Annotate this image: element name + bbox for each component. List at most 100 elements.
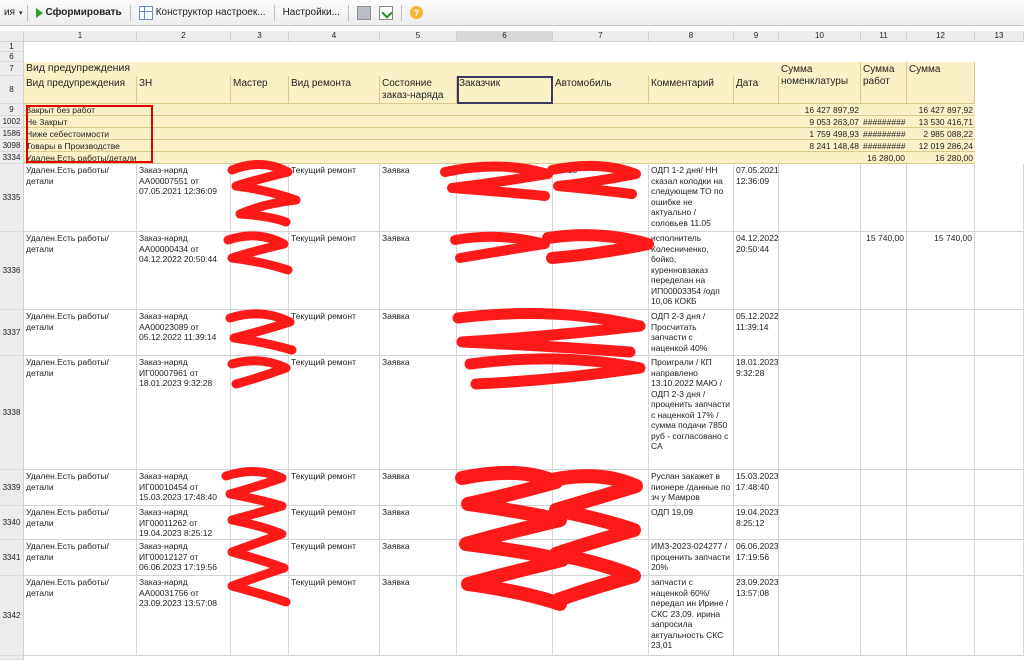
cell-c8[interactable]: исполнитель Колесниченко, бойко, куренно…	[649, 232, 734, 310]
cell-c2[interactable]: Заказ-наряд ИГ00011262 от 19.04.2023 8:2…	[137, 506, 231, 540]
menu-fragment[interactable]: ия	[0, 2, 19, 24]
column-title-c3[interactable]: Мастер	[231, 76, 289, 104]
cell-c7[interactable]	[553, 310, 649, 356]
cell-c13[interactable]	[975, 164, 1024, 232]
row-header[interactable]: 3335	[0, 164, 24, 232]
row-header[interactable]: 3341	[0, 540, 24, 576]
cell-c1[interactable]: Удален.Есть работы/детали	[24, 232, 137, 310]
cell-c2[interactable]: Заказ-наряд ИГ00007961 от 18.01.2023 9:3…	[137, 356, 231, 470]
cell-c13[interactable]	[975, 540, 1024, 576]
save-variant-button[interactable]	[353, 2, 375, 24]
cell-c12[interactable]	[907, 164, 975, 232]
cell-c4[interactable]: Текущий ремонт	[289, 310, 380, 356]
cell-c6[interactable]	[457, 470, 553, 506]
column-header[interactable]: 13	[975, 31, 1024, 42]
cell-c10[interactable]	[779, 164, 861, 232]
cell-c11[interactable]	[861, 356, 907, 470]
row-header[interactable]: 8	[0, 76, 24, 104]
cell-c7[interactable]	[553, 540, 649, 576]
cell-c3[interactable]	[231, 232, 289, 310]
settings-button[interactable]: Настройки...	[279, 2, 344, 24]
cell-c12[interactable]: 15 740,00	[907, 232, 975, 310]
cell-c6[interactable]	[457, 310, 553, 356]
column-header[interactable]: 3	[231, 31, 289, 42]
column-header[interactable]: 11	[861, 31, 907, 42]
cell-c9[interactable]: 06.06.2023 17:19:56	[734, 540, 779, 576]
row-header[interactable]: 1	[0, 42, 24, 52]
cell-c3[interactable]	[231, 164, 289, 232]
cell-c4[interactable]: Текущий ремонт	[289, 540, 380, 576]
cell-c3[interactable]	[231, 470, 289, 506]
cell-c6[interactable]	[457, 356, 553, 470]
cell-c10[interactable]	[779, 576, 861, 656]
cell-c11[interactable]	[861, 540, 907, 576]
column-title-c11[interactable]: Сумма работ	[861, 62, 907, 104]
cell-c11[interactable]: 15 740,00	[861, 232, 907, 310]
cell-c9[interactable]: 18.01.2023 9:32:28	[734, 356, 779, 470]
row-header[interactable]: 3340	[0, 506, 24, 540]
help-button[interactable]: ?	[406, 2, 427, 24]
cell-c8[interactable]: ИМЗ-2023-024277 / проценить запчасти 20%	[649, 540, 734, 576]
row-header[interactable]: 6	[0, 52, 24, 62]
column-title-c7[interactable]: Автомобиль	[553, 76, 649, 104]
cell-c1[interactable]: Удален.Есть работы/детали	[24, 540, 137, 576]
cell-c8[interactable]: Проиграли / КП направлено 13.10.2022 МАЮ…	[649, 356, 734, 470]
cell-c11[interactable]	[861, 576, 907, 656]
cell-c5[interactable]: Заявка	[380, 506, 457, 540]
cell-c7[interactable]: Х 415	[553, 164, 649, 232]
cell-c9[interactable]: 19.04.2023 8:25:12	[734, 506, 779, 540]
cell-c1[interactable]: Удален.Есть работы/детали	[24, 470, 137, 506]
cell-c7[interactable]	[553, 576, 649, 656]
cell-c6[interactable]	[457, 164, 553, 232]
row-header[interactable]	[0, 656, 24, 660]
cell-c7[interactable]	[553, 356, 649, 470]
cell-c8[interactable]: запчасти с наценкой 60%/ передал ин Ирин…	[649, 576, 734, 656]
row-header[interactable]: 3337	[0, 310, 24, 356]
cell-c1[interactable]: Удален.Есть работы/детали	[24, 310, 137, 356]
cell-c13[interactable]	[975, 232, 1024, 310]
row-header[interactable]: 3338	[0, 356, 24, 470]
cell-c1[interactable]: Удален.Есть работы/детали	[24, 164, 137, 232]
cell-c1[interactable]: Удален.Есть работы/детали	[24, 506, 137, 540]
cell-c11[interactable]	[861, 470, 907, 506]
cell-c6[interactable]	[457, 232, 553, 310]
download-button[interactable]	[375, 2, 397, 24]
cell-c7[interactable]	[553, 470, 649, 506]
cell-c3[interactable]	[231, 540, 289, 576]
cell-c12[interactable]	[907, 540, 975, 576]
cell-c10[interactable]	[779, 470, 861, 506]
cell-c8[interactable]: ОДП 19,09	[649, 506, 734, 540]
cell-c10[interactable]	[779, 506, 861, 540]
column-header[interactable]: 9	[734, 31, 779, 42]
cell-c12[interactable]	[907, 506, 975, 540]
column-title-c2[interactable]: ЗН	[137, 76, 231, 104]
cell-c2[interactable]: Заказ-наряд АА00031756 от 23.09.2023 13:…	[137, 576, 231, 656]
cell-c4[interactable]: Текущий ремонт	[289, 470, 380, 506]
cell-c2[interactable]: Заказ-наряд АА00023089 от 05.12.2022 11:…	[137, 310, 231, 356]
cell-c5[interactable]: Заявка	[380, 356, 457, 470]
cell-c3[interactable]	[231, 356, 289, 470]
cell-c5[interactable]: Заявка	[380, 164, 457, 232]
row-header[interactable]: 3342	[0, 576, 24, 656]
cell-c1[interactable]: Удален.Есть работы/детали	[24, 576, 137, 656]
cell-c2[interactable]: Заказ-наряд АА00000434 от 04.12.2022 20:…	[137, 232, 231, 310]
column-header[interactable]: 1	[24, 31, 137, 42]
row-header[interactable]: 3098	[0, 140, 24, 152]
row-header[interactable]: 3334	[0, 152, 24, 164]
cell-c11[interactable]	[861, 310, 907, 356]
column-header[interactable]: 5	[380, 31, 457, 42]
cell-c5[interactable]: Заявка	[380, 310, 457, 356]
column-title-c6[interactable]: Заказчик	[457, 76, 553, 104]
cell-c7[interactable]	[553, 506, 649, 540]
cell-c6[interactable]	[457, 506, 553, 540]
column-header[interactable]: 4	[289, 31, 380, 42]
cell-c1[interactable]: Удален.Есть работы/детали	[24, 356, 137, 470]
cell-c10[interactable]	[779, 540, 861, 576]
cell-c4[interactable]: Текущий ремонт	[289, 164, 380, 232]
settings-constructor-button[interactable]: Конструктор настроек...	[135, 2, 270, 24]
cell-c13[interactable]	[975, 506, 1024, 540]
cell-c8[interactable]: Руслан закажет в пионере /данные по зч у…	[649, 470, 734, 506]
column-title-c10[interactable]: Сумма номенклатуры	[779, 62, 861, 104]
cell-c4[interactable]: Текущий ремонт	[289, 506, 380, 540]
cell-c8[interactable]: ОДП 1-2 дня/ НН сказал колодки на следую…	[649, 164, 734, 232]
